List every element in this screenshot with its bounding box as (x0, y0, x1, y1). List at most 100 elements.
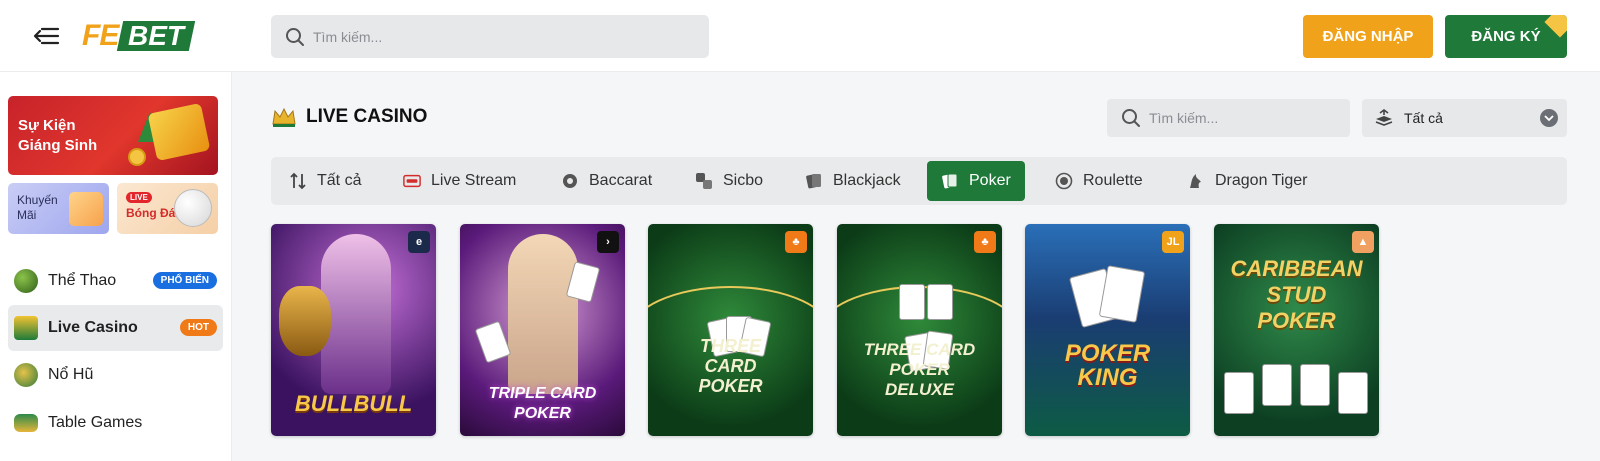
dealer-image (508, 234, 578, 394)
cards-icon (805, 172, 823, 190)
coin-icon (128, 148, 146, 166)
category-tabs: Tất cả Live Stream Baccarat Sicbo Blackj… (271, 157, 1567, 205)
sidebar-item-label: Thể Thao (48, 272, 117, 289)
section-header: LIVE CASINO (271, 106, 427, 128)
live-tag: LIVE (126, 192, 152, 203)
game-title: THREE CARD POKER DELUXE (863, 340, 976, 399)
game-card-bullbull[interactable]: e BULLBULL (271, 224, 436, 436)
tab-label: Roulette (1083, 172, 1143, 189)
tab-label: Sicbo (723, 172, 764, 189)
crown-icon (272, 107, 296, 127)
sidebar-item-label: Live Casino (48, 319, 138, 336)
sports-ball-icon (14, 269, 38, 293)
tab-label: Baccarat (589, 172, 653, 189)
playing-card-image (474, 320, 512, 364)
game-card-three-card-poker-deluxe[interactable]: ♣ THREE CARD POKER DELUXE (837, 224, 1002, 436)
game-card-three-card-poker[interactable]: ♣ THREE CARD POKER (648, 224, 813, 436)
sidebar-item-table-games[interactable]: Table Games (8, 400, 223, 446)
game-title: POKER KING (1064, 340, 1151, 391)
tab-label: Live Stream (431, 172, 517, 189)
promotion-banner[interactable]: Khuyến Mãi (8, 183, 109, 234)
sidebar-item-label: Nổ Hũ (48, 366, 94, 383)
top-header: FE BET ĐĂNG NHẬP ĐĂNG KÝ (0, 0, 1600, 72)
sidebar-item-live-casino[interactable]: Live Casino HOT (8, 305, 223, 351)
dealer-image (321, 234, 391, 394)
tab-live-stream[interactable]: Live Stream (389, 161, 530, 201)
sidebar-item-sports[interactable]: Thể Thao PHỔ BIẾN (8, 258, 223, 304)
promo-bd-label: Bóng Đá (126, 206, 176, 220)
search-icon (286, 27, 304, 46)
promo-km-label: Khuyến Mãi (17, 193, 58, 222)
playing-card-image (1262, 364, 1292, 406)
tab-blackjack[interactable]: Blackjack (791, 161, 915, 201)
header-search-box[interactable] (271, 15, 709, 58)
menu-toggle-icon[interactable] (32, 25, 60, 47)
tab-label: Poker (969, 172, 1011, 189)
chevron-down-icon (1540, 109, 1558, 127)
game-search-box[interactable] (1107, 99, 1350, 137)
tab-label: Tất cả (317, 172, 362, 189)
sidebar-item-label: Table Games (48, 414, 143, 431)
gift-box-icon (147, 102, 211, 162)
playing-card-image (1338, 372, 1368, 414)
game-search-input[interactable] (1149, 110, 1339, 126)
page-title: LIVE CASINO (306, 106, 428, 127)
tab-baccarat[interactable]: Baccarat (547, 161, 666, 201)
game-title: CARIBBEAN STUD POKER (1230, 256, 1363, 333)
dragon-icon (1187, 172, 1205, 190)
provider-badge: ▲ (1352, 231, 1374, 253)
poker-cards-icon (941, 172, 959, 190)
tab-sicbo[interactable]: Sicbo (681, 161, 777, 201)
provider-selected-label: Tất cả (1404, 110, 1443, 126)
live-stream-icon (403, 172, 421, 190)
login-button[interactable]: ĐĂNG NHẬP (1303, 15, 1433, 58)
christmas-event-banner[interactable]: Sự Kiện Giáng Sinh (8, 96, 218, 175)
search-icon (1122, 109, 1140, 127)
game-card-poker-king[interactable]: JL POKER KING (1025, 224, 1190, 436)
sidebar: Sự Kiện Giáng Sinh Khuyến Mãi LIVE Bóng … (0, 72, 232, 461)
header-search-input[interactable] (313, 28, 673, 45)
playing-card-image (1098, 265, 1146, 323)
promo-main-label: Sự Kiện Giáng Sinh (18, 117, 98, 154)
provider-badge: ♣ (785, 231, 807, 253)
register-ribbon-icon (1544, 15, 1567, 38)
playing-card-image (1300, 364, 1330, 406)
game-card-caribbean-stud-poker[interactable]: ▲ CARIBBEAN STUD POKER (1214, 224, 1379, 436)
provider-stack-icon (1375, 109, 1393, 126)
dice-icon (695, 172, 713, 190)
bull-mascot-image (279, 286, 331, 356)
playing-card-image (927, 284, 953, 320)
popular-badge: PHỔ BIẾN (152, 272, 217, 289)
live-casino-icon (14, 316, 38, 340)
provider-badge: JL (1162, 231, 1184, 253)
game-title: BULLBULL (294, 391, 413, 416)
tab-dragon-tiger[interactable]: Dragon Tiger (1173, 161, 1322, 201)
register-button[interactable]: ĐĂNG KÝ (1445, 15, 1567, 58)
playing-card-image (899, 284, 925, 320)
table-games-icon (14, 414, 38, 432)
football-icon (174, 189, 212, 227)
provider-badge: › (597, 231, 619, 253)
game-title: THREE CARD POKER (698, 336, 763, 396)
sort-arrows-icon (289, 172, 307, 190)
gift-icon (69, 192, 103, 226)
provider-badge: ♣ (974, 231, 996, 253)
febet-logo[interactable]: FE BET (82, 19, 196, 52)
roulette-wheel-icon (1055, 172, 1073, 190)
tab-roulette[interactable]: Roulette (1041, 161, 1157, 201)
logo-bet-text: BET (117, 20, 196, 51)
tab-all[interactable]: Tất cả (275, 161, 375, 201)
game-card-triple-card-poker[interactable]: › TRIPLE CARD POKER (460, 224, 625, 436)
chip-icon (561, 172, 579, 190)
provider-filter-select[interactable]: Tất cả (1362, 99, 1567, 137)
tab-label: Blackjack (833, 172, 901, 189)
tab-poker[interactable]: Poker (927, 161, 1025, 201)
logo-fe-text: FE (82, 19, 119, 52)
live-football-banner[interactable]: LIVE Bóng Đá (117, 183, 218, 234)
tab-label: Dragon Tiger (1215, 172, 1308, 189)
sidebar-item-slots[interactable]: Nổ Hũ (8, 352, 223, 398)
game-title: TRIPLE CARD POKER (488, 385, 597, 422)
provider-badge: e (408, 231, 430, 253)
hot-badge: HOT (179, 319, 217, 336)
playing-card-image (1224, 372, 1254, 414)
